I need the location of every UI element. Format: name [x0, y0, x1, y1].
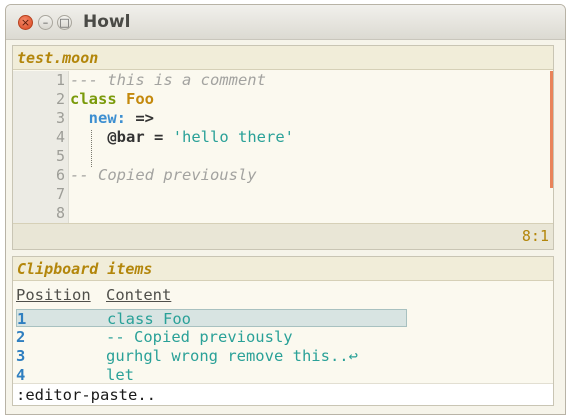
- command-line-input[interactable]: :editor-paste..: [13, 383, 553, 405]
- editor-panel: test.moon 1 --- this is a comment 2 class F…: [12, 45, 554, 250]
- maximize-window-button[interactable]: □: [57, 15, 72, 30]
- code-text: --- this is a comment: [70, 71, 266, 90]
- code-line[interactable]: 8: [13, 204, 553, 223]
- code-line[interactable]: 1 --- this is a comment: [13, 71, 553, 90]
- code-line[interactable]: 6 -- Copied previously: [13, 166, 553, 185]
- clipboard-item-content: let: [106, 366, 134, 384]
- clipboard-item-position: 1: [17, 310, 27, 328]
- clipboard-item[interactable]: 2 -- Copied previously: [16, 328, 407, 346]
- code-line[interactable]: 4 @bar = 'hello there': [13, 128, 553, 147]
- editor-filename: test.moon: [13, 46, 553, 70]
- code-token: 'hello there': [172, 128, 295, 146]
- line-number: 2: [55, 90, 65, 108]
- clipboard-item-position: 2: [16, 328, 26, 346]
- status-bar: 8:1: [13, 223, 553, 249]
- code-text: -- Copied previously: [70, 166, 257, 185]
- editor-text-area[interactable]: 1 --- this is a comment 2 class Foo 3 new: =…: [13, 71, 553, 223]
- title-bar: × – □ Howl: [6, 5, 565, 40]
- code-token: =>: [135, 109, 155, 127]
- line-number: 8: [55, 204, 65, 222]
- line-number: 6: [55, 166, 65, 184]
- clipboard-item-position: 3: [16, 347, 26, 365]
- clipboard-item-position: 4: [16, 366, 26, 384]
- clipboard-item-content: gurhgl wrong remove this..↩: [106, 347, 358, 365]
- window-title: Howl: [83, 12, 131, 32]
- clipboard-item[interactable]: 3 gurhgl wrong remove this..↩: [16, 347, 407, 365]
- clipboard-panel: Clipboard items Position Content 1 class …: [12, 256, 554, 406]
- clipboard-item[interactable]: 4 let: [16, 366, 407, 384]
- code-text: class Foo: [70, 90, 154, 109]
- line-number: 4: [55, 128, 65, 146]
- code-token: @bar: [107, 128, 145, 146]
- column-header-position[interactable]: Position: [16, 286, 91, 304]
- line-number: 5: [55, 147, 65, 165]
- code-token: class: [70, 90, 117, 108]
- code-line[interactable]: 7: [13, 185, 553, 204]
- code-token: =: [154, 128, 164, 146]
- app-window: × – □ Howl test.moon 1 --- this is a comm…: [5, 4, 566, 415]
- cursor-position: 8:1: [521, 227, 549, 245]
- clipboard-item[interactable]: 1 class Foo: [16, 309, 407, 328]
- code-text: new: =>: [70, 109, 154, 128]
- code-token: Foo: [126, 90, 155, 108]
- code-line[interactable]: 5: [13, 147, 553, 166]
- line-number: 1: [55, 71, 65, 89]
- close-window-button[interactable]: ×: [18, 15, 33, 30]
- code-line[interactable]: 3 new: =>: [13, 109, 553, 128]
- minimize-window-button[interactable]: –: [38, 15, 53, 30]
- clipboard-item-content: -- Copied previously: [106, 328, 293, 346]
- code-token: -- Copied previously: [70, 166, 257, 184]
- code-token: --- this is a comment: [70, 71, 266, 89]
- clipboard-title: Clipboard items: [13, 257, 553, 281]
- line-number: 3: [55, 109, 65, 127]
- code-line[interactable]: 2 class Foo: [13, 90, 553, 109]
- clipboard-item-content: class Foo: [107, 310, 191, 328]
- line-number: 7: [55, 185, 65, 203]
- code-token: new:: [88, 109, 126, 127]
- column-header-content[interactable]: Content: [106, 286, 171, 304]
- code-text: @bar = 'hello there': [70, 128, 294, 147]
